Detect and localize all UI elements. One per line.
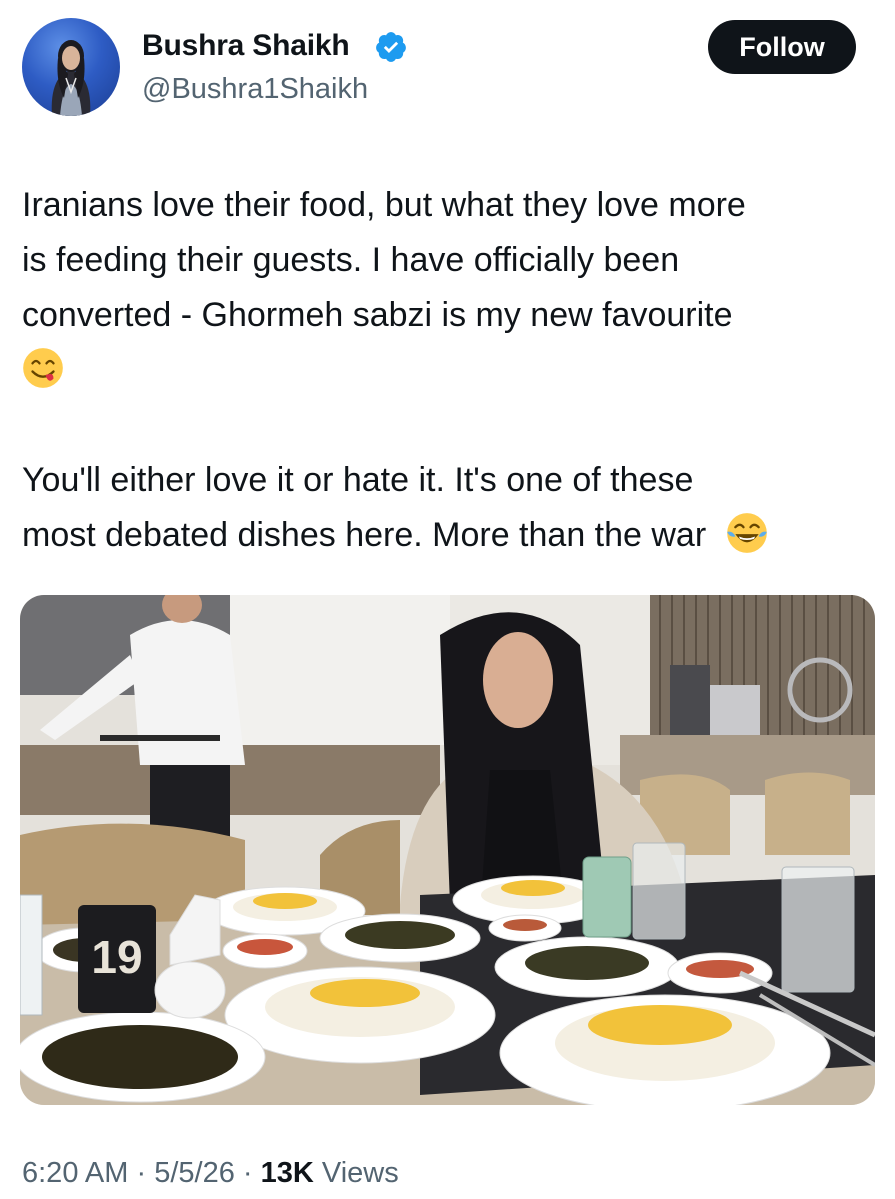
tweet-date[interactable]: 5/5/26 (154, 1157, 235, 1189)
face-savoring-food-emoji (23, 348, 63, 388)
separator: · (242, 1157, 253, 1189)
tweet-line-emoji (22, 343, 872, 398)
views-count: 13K (260, 1157, 314, 1189)
tweet-line-text: most debated dishes here. More than the … (22, 516, 707, 554)
verified-badge-icon (376, 32, 406, 62)
tweet-media-photo[interactable]: 19 (20, 595, 875, 1105)
author-name[interactable]: Bushra Shaikh (142, 29, 350, 63)
views-label: Views (321, 1157, 399, 1189)
avatar[interactable] (22, 18, 120, 116)
tweet-line: Iranians love their food, but what they … (22, 186, 746, 224)
separator: · (136, 1157, 147, 1189)
tweet-meta: 6:20 AM · 5/5/26 · 13K Views (22, 1157, 399, 1190)
author-handle[interactable]: @Bushra1Shaikh (142, 73, 368, 106)
tweet-line: most debated dishes here. More than the … (22, 508, 872, 563)
face-with-tears-of-joy-emoji (726, 513, 767, 553)
tweet-line: converted - Ghormeh sabzi is my new favo… (22, 296, 733, 334)
tweet-line: You'll either love it or hate it. It's o… (22, 461, 694, 499)
table-number: 19 (91, 931, 142, 983)
tweet-paragraph-1: Iranians love their food, but what they … (22, 178, 872, 398)
tweet-text: Iranians love their food, but what they … (22, 178, 872, 563)
tweet-paragraph-2: You'll either love it or hate it. It's o… (22, 453, 872, 563)
follow-button[interactable]: Follow (708, 20, 856, 74)
tweet-line: is feeding their guests. I have official… (22, 241, 680, 279)
tweet-time[interactable]: 6:20 AM (22, 1157, 128, 1189)
restaurant-photo: 19 (20, 595, 875, 1105)
profile-photo (51, 40, 91, 116)
